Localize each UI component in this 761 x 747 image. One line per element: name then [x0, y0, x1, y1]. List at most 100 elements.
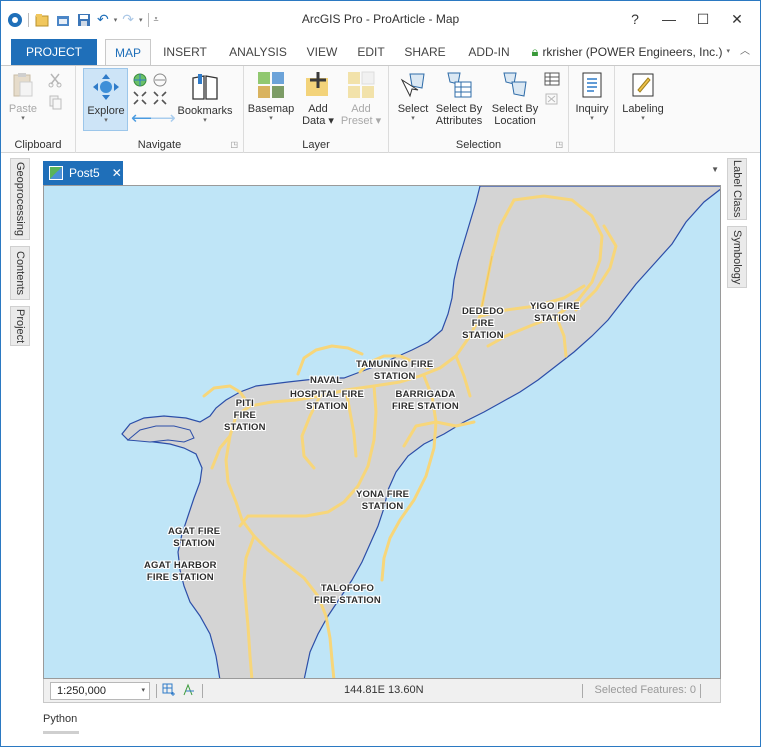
dialog-launcher-icon[interactable]: ◳ [555, 140, 563, 149]
select-by-attributes-button[interactable]: Select By Attributes [433, 70, 485, 127]
forward-icon[interactable]: ⟶ [150, 108, 176, 129]
add-data-icon [306, 72, 328, 96]
bookmarks-button[interactable]: Bookmarks ▾ [174, 72, 236, 125]
tab-symbology[interactable]: Symbology [727, 226, 747, 288]
window-controls: ? — ☐ ✕ [618, 7, 754, 31]
right-dock: Label Class Symbology [721, 154, 760, 709]
tab-geoprocessing[interactable]: Geoprocessing [10, 158, 30, 240]
labeling-group: Labeling ▾ [615, 66, 671, 153]
basemap-icon [258, 72, 284, 98]
dialog-launcher-icon[interactable]: ◳ [230, 140, 238, 149]
map-label-agat[interactable]: AGAT FIRE STATION [168, 526, 220, 550]
map-label-talofofo[interactable]: TALOFOFO FIRE STATION [314, 583, 381, 607]
navigate-group: Explore ▾ ⟵ ⟶ Bookmarks ▾ Navigate ◳ [76, 66, 244, 153]
select-by-location-button[interactable]: Select By Location [489, 70, 541, 127]
add-data-button[interactable]: Add Data ▾ [298, 70, 338, 127]
globe-icon[interactable] [132, 72, 148, 88]
user-account[interactable]: 🔒︎ rkrisher (POWER Engineers, Inc.) ▾ ︿ [532, 39, 750, 65]
maximize-button[interactable]: ☐ [686, 7, 720, 31]
add-preset-button[interactable]: Add Preset ▾ [340, 70, 382, 127]
inquiry-group: Inquiry ▾ [569, 66, 615, 153]
labeling-icon [632, 73, 654, 97]
layer-group: Basemap ▾ Add Data ▾ Add Preset ▾ Layer [244, 66, 389, 153]
tab-add-in[interactable]: ADD-IN [459, 39, 519, 65]
scale-dropdown[interactable]: 1:250,000 ▾ [50, 682, 150, 700]
arcgis-window: ↶ ▾ ↷ ▾ ⩡ ArcGIS Pro - ProArticle - Map … [0, 0, 761, 747]
collapse-ribbon-icon[interactable]: ︿ [740, 39, 750, 65]
minimize-button[interactable]: — [652, 7, 686, 31]
tab-view[interactable]: VIEW [300, 39, 344, 65]
cut-icon[interactable] [47, 72, 63, 88]
clear-selection-icon[interactable] [544, 92, 560, 106]
map-canvas [121, 186, 720, 678]
tab-contents[interactable]: Contents [10, 246, 30, 300]
left-dock: Geoprocessing Contents Project [1, 154, 35, 709]
view-tab-strip: Post5 ✕ ▼ [43, 161, 721, 185]
chevron-down-icon: ▾ [726, 48, 730, 55]
copy-icon[interactable] [47, 94, 63, 110]
view-list-dropdown-icon[interactable]: ▼ [711, 165, 719, 174]
title-bar: ↶ ▾ ↷ ▾ ⩡ ArcGIS Pro - ProArticle - Map … [1, 1, 760, 37]
close-button[interactable]: ✕ [720, 7, 754, 31]
map-label-naval[interactable]: NAVAL [310, 375, 342, 387]
navigation-options-icon[interactable] [182, 683, 196, 697]
map-view-icon [49, 166, 63, 180]
lock-icon: 🔒︎ [531, 44, 539, 59]
explore-button[interactable]: Explore ▾ [84, 72, 128, 125]
map-label-barrigada[interactable]: BARRIGADA FIRE STATION [392, 389, 459, 413]
tab-map[interactable]: MAP [105, 39, 151, 66]
help-button[interactable]: ? [618, 7, 652, 31]
map-label-agat-harbor[interactable]: AGAT HARBOR FIRE STATION [144, 560, 217, 584]
tab-project-pane[interactable]: Project [10, 306, 30, 346]
map-label-dededo[interactable]: DEDEDO FIRE STATION [462, 306, 504, 342]
map-label-piti[interactable]: PITI FIRE STATION [224, 398, 266, 434]
labeling-button[interactable]: Labeling ▾ [619, 70, 667, 123]
tab-analysis[interactable]: ANALYSIS [223, 39, 293, 65]
tab-label-class[interactable]: Label Class [727, 158, 747, 220]
full-extent-icon[interactable] [152, 72, 168, 88]
tab-map-view[interactable]: Post5 ✕ [43, 161, 123, 185]
map-label-yona[interactable]: YONA FIRE STATION [356, 489, 409, 513]
tab-edit[interactable]: EDIT [351, 39, 391, 65]
map-label-naval-hospital[interactable]: HOSPITAL FIRE STATION [290, 389, 364, 413]
explore-icon [93, 74, 119, 100]
grid-snap-icon[interactable] [162, 683, 176, 697]
chevron-down-icon: ▾ [141, 687, 145, 694]
user-name: rkrisher (POWER Engineers, Inc.) [542, 45, 723, 59]
selection-group: Select ▾ Select By Attributes Select By … [389, 66, 569, 153]
tab-insert[interactable]: INSERT [156, 39, 214, 65]
layer-group-label: Layer [302, 139, 330, 151]
close-view-icon[interactable]: ✕ [112, 166, 122, 180]
python-tab-indicator [43, 731, 79, 734]
coordinates-readout: 144.81E 13.60N [344, 684, 424, 696]
paste-icon [13, 73, 33, 97]
fixed-zoom-out-icon[interactable] [152, 90, 168, 106]
fixed-zoom-in-icon[interactable] [132, 90, 148, 106]
tab-share[interactable]: SHARE [400, 39, 450, 65]
basemap-button[interactable]: Basemap ▾ [248, 70, 294, 123]
navigate-group-label: Navigate [137, 139, 182, 151]
bookmarks-icon [192, 74, 218, 100]
ribbon-tab-row: PROJECT MAP INSERT ANALYSIS VIEW EDIT SH… [1, 39, 760, 66]
selected-features-count[interactable]: Selected Features: 0 [594, 684, 696, 696]
select-by-attributes-icon [447, 72, 472, 98]
clipboard-group: Paste ▾ Clipboard [1, 66, 76, 153]
select-icon [400, 73, 425, 98]
map-label-tamuning[interactable]: TAMUNING FIRE STATION [356, 359, 433, 383]
tab-project[interactable]: PROJECT [11, 39, 97, 65]
add-preset-icon [348, 71, 375, 98]
selection-group-label: Selection [455, 139, 502, 151]
select-button[interactable]: Select ▾ [393, 70, 433, 123]
tab-python[interactable]: Python [43, 713, 77, 725]
inquiry-icon [582, 72, 602, 98]
map-label-yigo[interactable]: YIGO FIRE STATION [530, 301, 580, 325]
guam-landmass [121, 186, 720, 678]
inquiry-button[interactable]: Inquiry ▾ [571, 70, 613, 123]
map-status-bar: 1:250,000 ▾ 144.81E 13.60N Selected Feat… [43, 679, 721, 703]
attributes-table-icon[interactable] [544, 72, 560, 86]
ribbon: Paste ▾ Clipboard Explore ▾ ⟵ ⟶ Bookmark… [1, 65, 760, 153]
paste-button[interactable]: Paste ▾ [7, 70, 39, 123]
map-view[interactable]: DEDEDO FIRE STATION YIGO FIRE STATION TAMUN… [43, 185, 721, 679]
clipboard-group-label: Clipboard [14, 139, 62, 151]
select-by-location-icon [503, 72, 527, 97]
